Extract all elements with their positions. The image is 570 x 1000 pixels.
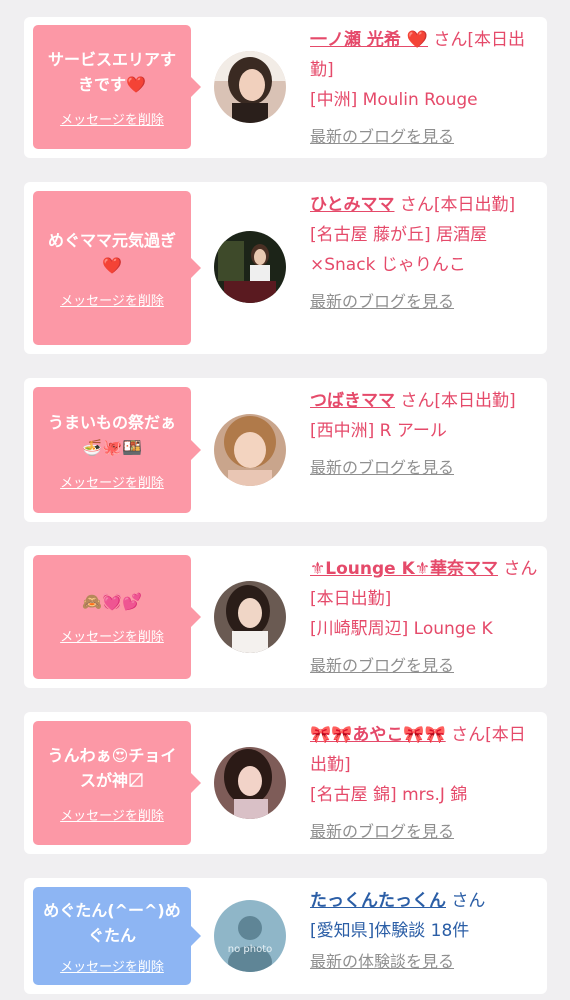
delete-message-link[interactable]: メッセージを削除 <box>60 472 164 491</box>
card-info: たっくんたっくん さん [愛知県]体験談 18件 最新の体験談を見る <box>310 886 538 974</box>
member-name-link[interactable]: 一ノ瀬 光希 ❤️ <box>310 30 428 50</box>
message-card: めぐママ元気過ぎ❤️ メッセージを削除 ひとみママ さん[本日出勤] [名古屋 … <box>24 182 547 354</box>
member-name-link[interactable]: たっくんたっくん <box>310 891 446 911</box>
member-name-link[interactable]: つばきママ <box>310 391 395 411</box>
woman-portrait-icon <box>214 747 286 819</box>
woman-in-bar-icon <box>214 231 286 303</box>
member-suffix: さん[本日出勤] <box>400 391 516 411</box>
card-info: ⚜Lounge K⚜華奈ママ さん[本日出勤] [川崎駅周辺] Lounge K… <box>310 554 538 678</box>
member-name-link[interactable]: ひとみママ <box>310 195 395 215</box>
message-bubble: めぐたん(^ー^)めぐたん メッセージを削除 <box>33 887 201 985</box>
card-info: 一ノ瀬 光希 ❤️ さん[本日出勤] [中洲] Moulin Rouge 最新の… <box>310 25 538 149</box>
latest-blog-link[interactable]: 最新のブログを見る <box>310 125 538 149</box>
member-name-link[interactable]: ⚜Lounge K⚜華奈ママ <box>310 559 498 579</box>
avatar[interactable] <box>214 51 286 123</box>
message-list: サービスエリアすきです❤️ メッセージを削除 一ノ瀬 光希 ❤️ さん[本日出勤… <box>0 0 570 1000</box>
shop-name: [名古屋 藤が丘] 居酒屋×Snack じゃりんこ <box>310 225 488 275</box>
message-card: サービスエリアすきです❤️ メッセージを削除 一ノ瀬 光希 ❤️ さん[本日出勤… <box>24 17 547 158</box>
avatar[interactable] <box>214 414 286 486</box>
latest-blog-link[interactable]: 最新のブログを見る <box>310 290 538 314</box>
card-info: つばきママ さん[本日出勤] [西中洲] R アール 最新のブログを見る <box>310 386 538 480</box>
avatar[interactable] <box>214 581 286 653</box>
shop-name: [中洲] Moulin Rouge <box>310 90 478 110</box>
message-bubble: 🙈💓💕 メッセージを削除 <box>33 555 201 679</box>
message-text: うんわぁ😍チョイスが神〼 <box>47 745 177 790</box>
woman-portrait-icon <box>214 414 286 486</box>
latest-experience-link[interactable]: 最新の体験談を見る <box>310 950 538 974</box>
message-text: うまいもの祭だぁ🍜🐙🍱 <box>47 412 176 457</box>
no-photo-label: no photo <box>227 944 273 955</box>
message-text: 🙈💓💕 <box>82 592 142 611</box>
message-text: サービスエリアすきです❤️ <box>47 49 176 94</box>
message-card: 🙈💓💕 メッセージを削除 ⚜Lounge K⚜華奈ママ さん[本日出勤] [川崎… <box>24 546 547 688</box>
card-info: ひとみママ さん[本日出勤] [名古屋 藤が丘] 居酒屋×Snack じゃりんこ… <box>310 190 538 314</box>
delete-message-link[interactable]: メッセージを削除 <box>60 290 164 309</box>
message-card: めぐたん(^ー^)めぐたん メッセージを削除 no photo たっくんたっくん… <box>24 878 547 994</box>
delete-message-link[interactable]: メッセージを削除 <box>60 109 164 128</box>
avatar[interactable] <box>214 231 286 303</box>
avatar[interactable]: no photo <box>214 900 286 972</box>
delete-message-link[interactable]: メッセージを削除 <box>60 626 164 645</box>
member-suffix: さん[本日出勤] <box>399 195 516 215</box>
message-bubble: サービスエリアすきです❤️ メッセージを削除 <box>33 25 201 149</box>
latest-blog-link[interactable]: 最新のブログを見る <box>310 654 538 678</box>
member-name-link[interactable]: 🎀🎀あやこ🎀🎀 <box>310 725 446 745</box>
latest-blog-link[interactable]: 最新のブログを見る <box>310 456 538 480</box>
message-bubble: うんわぁ😍チョイスが神〼 メッセージを削除 <box>33 721 201 845</box>
latest-blog-link[interactable]: 最新のブログを見る <box>310 820 538 844</box>
message-card: うまいもの祭だぁ🍜🐙🍱 メッセージを削除 つばきママ さん[本日出勤] [西中洲… <box>24 378 547 522</box>
message-text: めぐたん(^ー^)めぐたん <box>43 900 181 945</box>
shop-name: [名古屋 錦] mrs.J 錦 <box>310 785 468 805</box>
shop-name: [愛知県]体験談 18件 <box>310 921 470 941</box>
woman-portrait-icon <box>214 581 286 653</box>
message-card: うんわぁ😍チョイスが神〼 メッセージを削除 🎀🎀あやこ🎀🎀 さん[本日出勤] [… <box>24 712 547 854</box>
woman-portrait-icon <box>214 51 286 123</box>
avatar[interactable] <box>214 747 286 819</box>
shop-name: [西中洲] R アール <box>310 421 447 441</box>
message-text: めぐママ元気過ぎ❤️ <box>47 230 176 275</box>
no-photo-placeholder-icon <box>214 900 286 972</box>
delete-message-link[interactable]: メッセージを削除 <box>60 956 164 975</box>
shop-name: [川崎駅周辺] Lounge K <box>310 619 493 639</box>
message-bubble: うまいもの祭だぁ🍜🐙🍱 メッセージを削除 <box>33 387 201 513</box>
delete-message-link[interactable]: メッセージを削除 <box>60 805 164 824</box>
card-info: 🎀🎀あやこ🎀🎀 さん[本日出勤] [名古屋 錦] mrs.J 錦 最新のブログを… <box>310 720 538 844</box>
message-bubble: めぐママ元気過ぎ❤️ メッセージを削除 <box>33 191 201 345</box>
member-suffix: さん <box>451 891 486 911</box>
